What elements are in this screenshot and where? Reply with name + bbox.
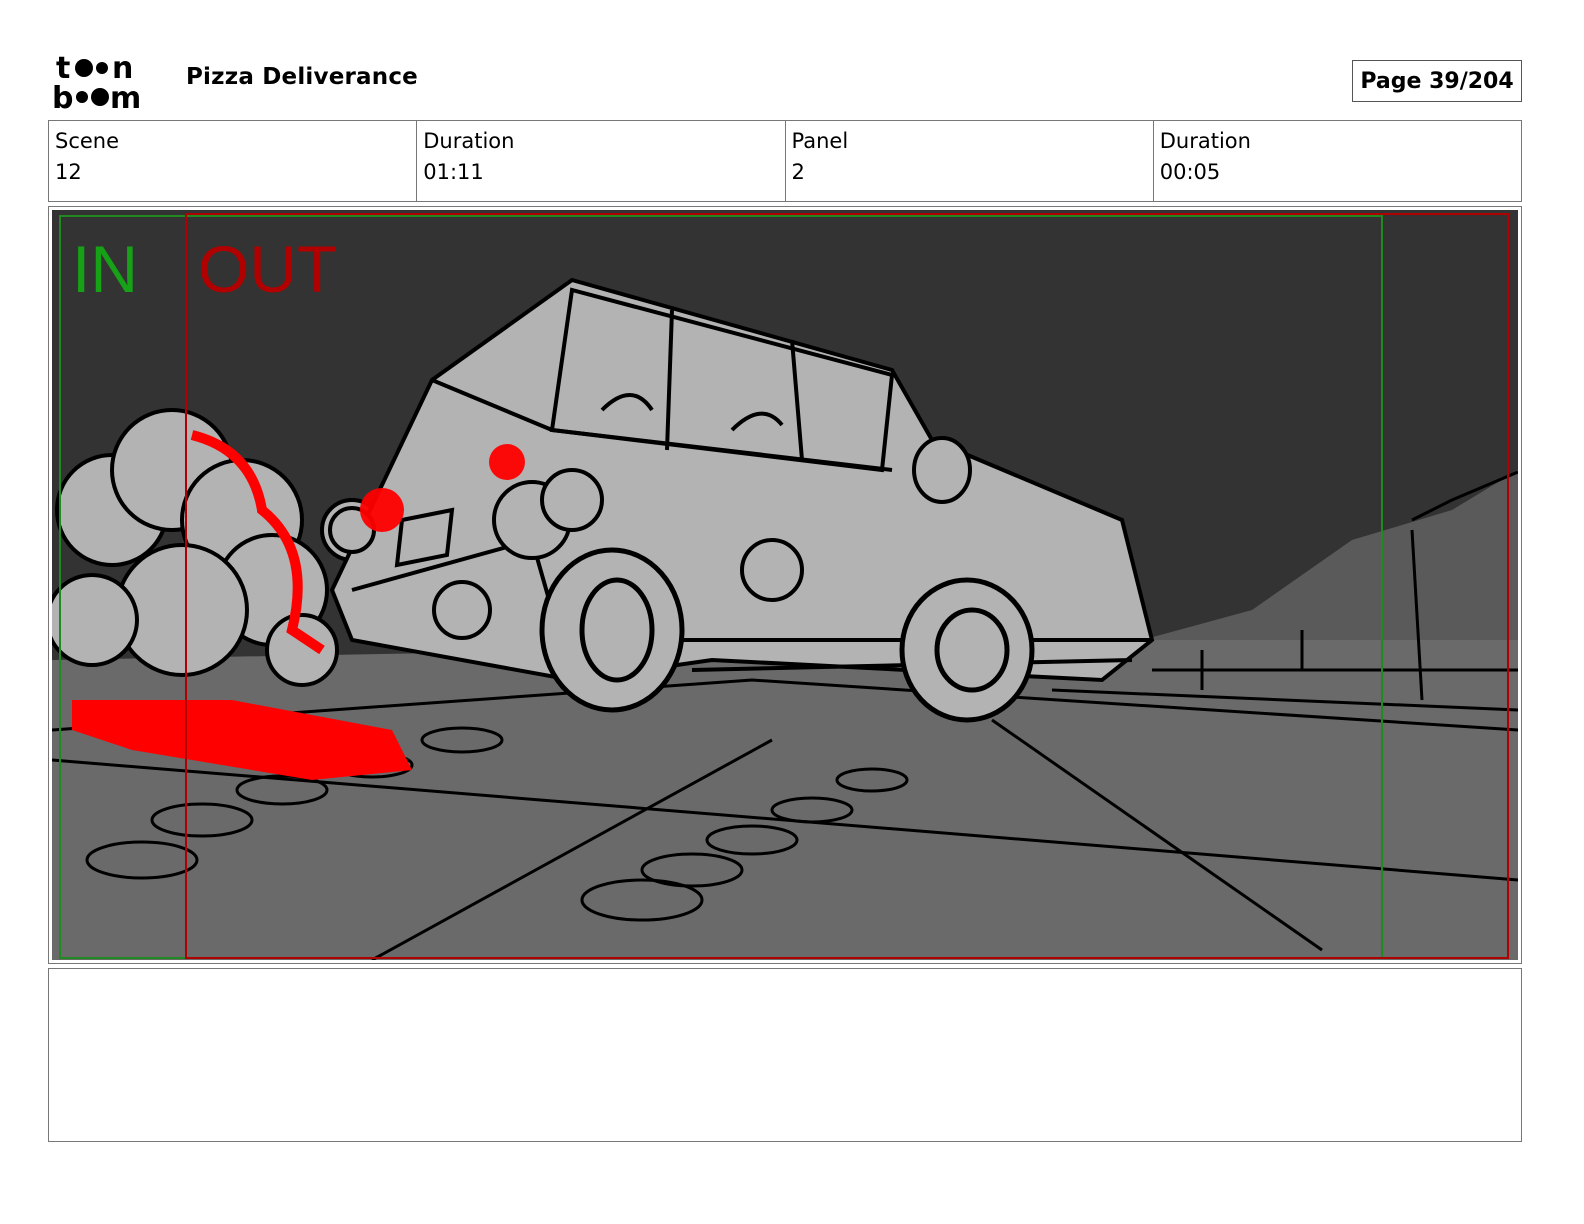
panel-duration-value: 00:05 [1159, 160, 1221, 184]
page-indicator: Page 39/204 [1352, 60, 1522, 102]
rear-wheel [899, 577, 1035, 723]
svg-text:m: m [110, 81, 141, 112]
panel-notes[interactable] [48, 968, 1522, 1142]
project-title: Pizza Deliverance [186, 64, 418, 90]
storyboard-panel [48, 206, 1522, 964]
scene-label: Scene [55, 129, 120, 153]
red-highlight [489, 444, 525, 480]
panel-value: 2 [791, 160, 805, 184]
scene-value: 12 [55, 160, 82, 184]
page-label: Page [1360, 68, 1422, 94]
panel-label: Panel [791, 129, 849, 153]
panel-duration-label: Duration [1159, 129, 1251, 153]
scene-duration-label: Duration [423, 129, 515, 153]
toon-boom-logo: t n b m [52, 51, 141, 112]
panel-drawing [52, 210, 1518, 960]
panel-cell: Panel 2 [786, 121, 1154, 201]
red-highlight [360, 488, 404, 532]
panel-duration-cell: Duration 00:05 [1154, 121, 1521, 201]
out-marker: OUT [198, 232, 338, 306]
scene-duration-cell: Duration 01:11 [417, 121, 786, 201]
page-number: 39/204 [1429, 68, 1514, 94]
svg-text:b: b [52, 81, 73, 112]
in-marker: IN [72, 232, 138, 306]
front-wheel [539, 547, 685, 713]
scene-info-table: Scene 12 Duration 01:11 Panel 2 Duration… [48, 120, 1522, 202]
scene-cell: Scene 12 [49, 121, 418, 201]
scene-duration-value: 01:11 [423, 160, 484, 184]
